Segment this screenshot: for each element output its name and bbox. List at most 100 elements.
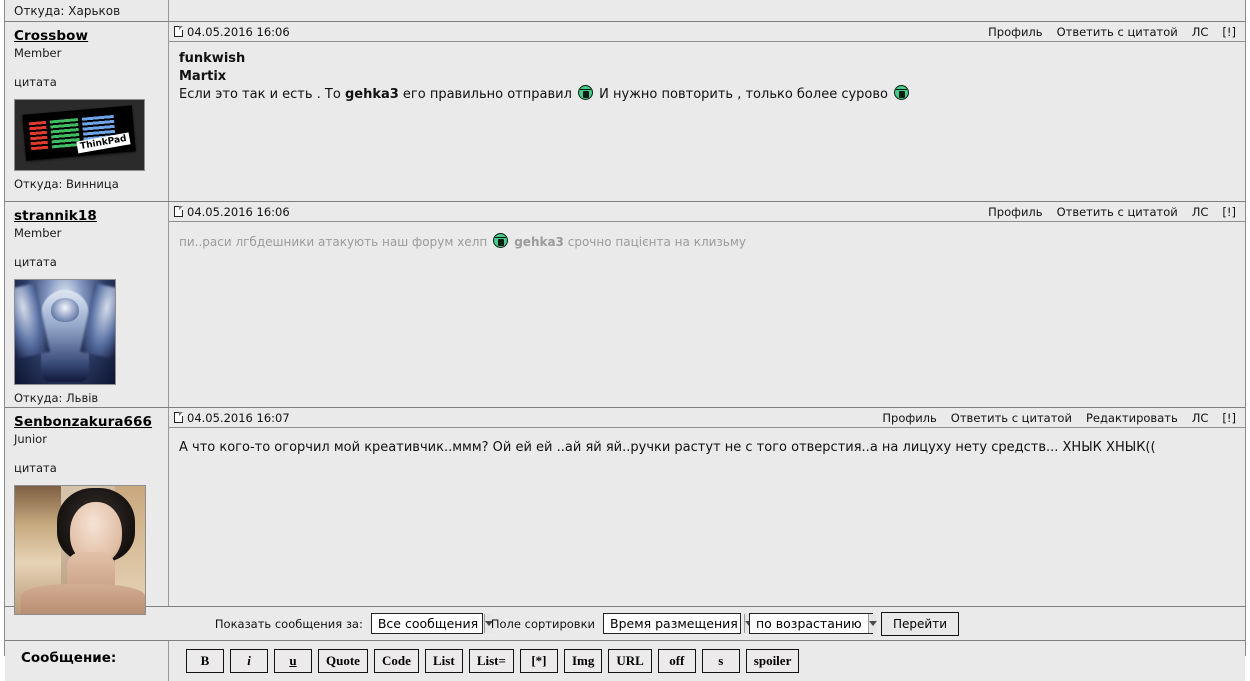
bbcode-quote-button[interactable]: Quote bbox=[318, 649, 368, 673]
post-text-segment: его правильно отправил bbox=[398, 87, 577, 102]
post-author-panel: strannik18 Member цитата Откуда: Львів bbox=[5, 202, 169, 407]
previous-post-location: Откуда: Харьков bbox=[5, 0, 169, 21]
report-link[interactable]: [!] bbox=[1222, 411, 1236, 425]
post-body-column: 04.05.2016 16:07 Профиль Ответить с цита… bbox=[169, 408, 1245, 606]
bbcode-code-button[interactable]: Code bbox=[373, 649, 419, 673]
post-text-segment: И нужно повторить , только более сурово bbox=[595, 87, 893, 102]
author-location: Откуда: Винница bbox=[14, 177, 119, 191]
profile-link[interactable]: Профиль bbox=[988, 25, 1042, 39]
author-location: Откуда: Львів bbox=[14, 391, 99, 405]
post-action-links: Профиль Ответить с цитатой ЛС [!] bbox=[988, 25, 1236, 39]
pm-link[interactable]: ЛС bbox=[1192, 25, 1209, 39]
quoted-name-2: Martix bbox=[179, 68, 227, 84]
bbcode-list-item-button[interactable]: [*] bbox=[519, 649, 558, 673]
author-rank: Member bbox=[14, 226, 62, 240]
post-author-panel: Crossbow Member цитата ThinkPad Откуда: … bbox=[5, 22, 169, 201]
author-rank: Member bbox=[14, 46, 62, 60]
post-body-column: 04.05.2016 16:06 Профиль Ответить с цита… bbox=[169, 22, 1245, 201]
author-username-link[interactable]: strannik18 bbox=[14, 208, 97, 224]
bbcode-strike-button[interactable]: s bbox=[701, 649, 740, 673]
author-avatar bbox=[14, 485, 146, 615]
post-content: А что кого-то огорчил мой креативчик..мм… bbox=[169, 428, 1245, 462]
post-body-column: 04.05.2016 16:06 Профиль Ответить с цита… bbox=[169, 202, 1245, 407]
pm-link[interactable]: ЛС bbox=[1192, 411, 1209, 425]
bbcode-bold-button[interactable]: B bbox=[186, 649, 224, 673]
post-text: А что кого-то огорчил мой креативчик..мм… bbox=[179, 440, 1156, 455]
document-icon bbox=[174, 412, 183, 423]
green-smiley-icon bbox=[493, 233, 509, 248]
report-link[interactable]: [!] bbox=[1222, 205, 1236, 219]
post-text-segment: срочно пацієнта на клизьму bbox=[563, 235, 747, 249]
sort-order-value: по возрастанию bbox=[756, 616, 862, 631]
mentioned-user: gehka3 bbox=[344, 87, 399, 102]
message-compose-row: Сообщение: B i u Quote Code List List= [… bbox=[5, 641, 1245, 681]
mentioned-user: gehka3 bbox=[510, 235, 564, 249]
post-senbonzakura666: Senbonzakura666 Junior цитата 04.05.2016… bbox=[5, 408, 1245, 615]
bbcode-italic-button[interactable]: i bbox=[230, 649, 268, 673]
author-username-link[interactable]: Crossbow bbox=[14, 28, 88, 44]
page-right-rule bbox=[1245, 0, 1246, 656]
post-text: пи..раси лгбдешники атакують наш форум х… bbox=[179, 233, 1235, 251]
sort-order-select[interactable]: по возрастанию bbox=[749, 613, 877, 634]
show-messages-label: Показать сообщения за: bbox=[214, 616, 363, 631]
sort-field-select[interactable]: Время размещения bbox=[603, 613, 753, 634]
post-content: пи..раси лгбдешники атакують наш форум х… bbox=[169, 222, 1245, 257]
quote-reply-link[interactable]: Ответить с цитатой bbox=[1057, 25, 1178, 39]
author-rank: Junior bbox=[14, 432, 47, 446]
bbcode-spoiler-button[interactable]: spoiler bbox=[745, 649, 800, 673]
bbcode-image-button[interactable]: Img bbox=[563, 649, 603, 673]
post-content: funkwish Martix Если это так и есть . То… bbox=[169, 42, 1245, 109]
message-label: Сообщение: bbox=[5, 641, 169, 681]
author-username-link[interactable]: Senbonzakura666 bbox=[14, 414, 152, 430]
post-text: Если это так и есть . То gehka3 его прав… bbox=[179, 85, 1235, 103]
quoted-name-1: funkwish bbox=[179, 51, 246, 66]
post-date: 04.05.2016 16:06 bbox=[187, 24, 290, 39]
post-header-bar: 04.05.2016 16:06 Профиль Ответить с цита… bbox=[169, 22, 1245, 42]
bbcode-list-button[interactable]: List bbox=[424, 649, 463, 673]
bbcode-list-ordered-button[interactable]: List= bbox=[468, 649, 514, 673]
ibm-thinkpad-logo-icon: ThinkPad bbox=[15, 100, 144, 170]
post-date: 04.05.2016 16:07 bbox=[187, 410, 290, 425]
page-right-gutter bbox=[1246, 0, 1250, 656]
author-quote-link[interactable]: цитата bbox=[14, 461, 168, 475]
edit-link[interactable]: Редактировать bbox=[1086, 411, 1178, 425]
bbcode-off-button[interactable]: off bbox=[657, 649, 696, 673]
post-action-links: Профиль Ответить с цитатой Редактировать… bbox=[882, 411, 1236, 425]
logo-plate: ThinkPad bbox=[22, 105, 136, 161]
post-text-segment: Если это так и есть . То bbox=[179, 87, 345, 102]
user-selfie-photo-icon bbox=[15, 486, 145, 614]
profile-link[interactable]: Профиль bbox=[882, 411, 936, 425]
show-messages-select[interactable]: Все сообщения bbox=[370, 613, 494, 634]
profile-link[interactable]: Профиль bbox=[988, 205, 1042, 219]
post-header-bar: 04.05.2016 16:07 Профиль Ответить с цита… bbox=[169, 408, 1245, 428]
author-quote-link[interactable]: цитата bbox=[14, 75, 168, 89]
post-header-bar: 04.05.2016 16:06 Профиль Ответить с цита… bbox=[169, 202, 1245, 222]
report-link[interactable]: [!] bbox=[1222, 25, 1236, 39]
thread-board: Откуда: Харьков Crossbow Member цитата T… bbox=[5, 0, 1245, 681]
bbcode-toolbar: B i u Quote Code List List= [*] Img URL … bbox=[169, 641, 1245, 673]
quote-reply-link[interactable]: Ответить с цитатой bbox=[951, 411, 1072, 425]
green-smiley-icon bbox=[894, 85, 910, 100]
photo-shoulders bbox=[21, 584, 145, 614]
sort-field-value: Время размещения bbox=[610, 616, 738, 631]
wing-right bbox=[80, 283, 115, 359]
author-avatar: ThinkPad bbox=[14, 99, 145, 171]
pm-link[interactable]: ЛС bbox=[1192, 205, 1209, 219]
post-author-panel: Senbonzakura666 Junior цитата bbox=[5, 408, 169, 615]
author-quote-link[interactable]: цитата bbox=[14, 255, 168, 269]
post-date: 04.05.2016 16:06 bbox=[187, 204, 290, 219]
show-messages-value: Все сообщения bbox=[377, 616, 479, 631]
bbcode-url-button[interactable]: URL bbox=[608, 649, 652, 673]
previous-post-footer-row: Откуда: Харьков bbox=[5, 0, 1245, 22]
chevron-down-icon[interactable] bbox=[867, 614, 877, 633]
quote-reply-link[interactable]: Ответить с цитатой bbox=[1057, 205, 1178, 219]
wing-left bbox=[15, 283, 50, 359]
go-button[interactable]: Перейти bbox=[881, 611, 959, 636]
post-strannik18: strannik18 Member цитата Откуда: Львів 0… bbox=[5, 202, 1245, 408]
forum-page: Откуда: Харьков Crossbow Member цитата T… bbox=[0, 0, 1250, 681]
document-icon bbox=[174, 206, 183, 217]
green-smiley-icon bbox=[578, 85, 594, 100]
sort-field-label: Поле сортировки bbox=[490, 616, 595, 631]
post-crossbow: Crossbow Member цитата ThinkPad Откуда: … bbox=[5, 22, 1245, 202]
bbcode-underline-button[interactable]: u bbox=[274, 649, 312, 673]
